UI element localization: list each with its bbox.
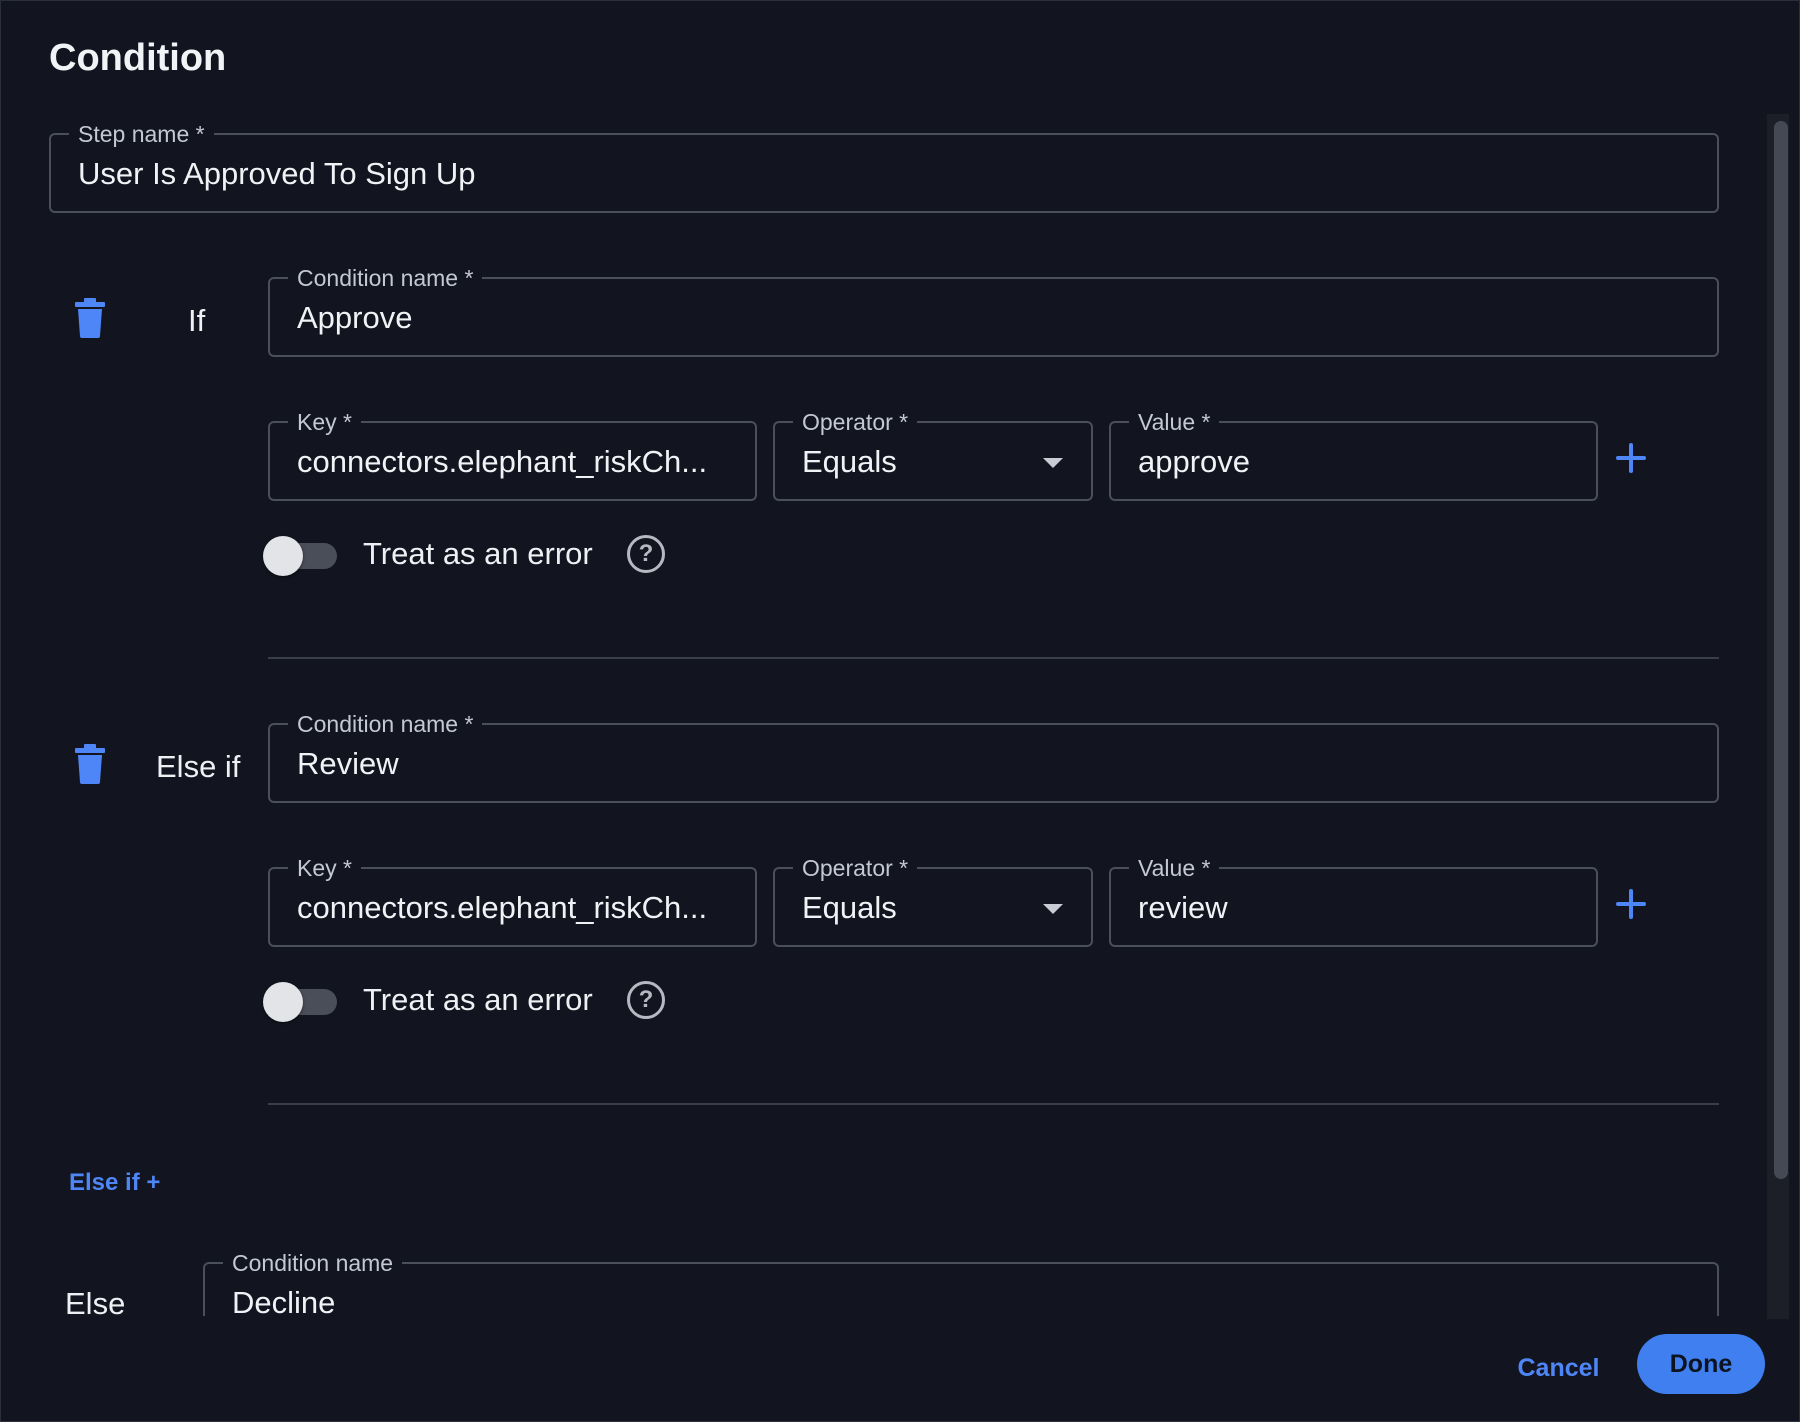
treat-as-error-toggle[interactable]	[263, 534, 339, 576]
key-value[interactable]: connectors.elephant_riskCh...	[297, 444, 735, 480]
scrollbar-thumb[interactable]	[1774, 121, 1788, 1179]
key-value[interactable]: connectors.elephant_riskCh...	[297, 890, 735, 926]
else-condition-name-field[interactable]: Condition name Decline	[203, 1249, 1719, 1316]
operator-value: Equals	[802, 444, 897, 479]
step-name-label: Step name *	[69, 120, 214, 148]
question-circle-icon[interactable]: ?	[627, 535, 665, 573]
add-rule-plus-icon[interactable]	[1614, 887, 1648, 921]
add-rule-plus-icon[interactable]	[1614, 441, 1648, 475]
question-circle-icon[interactable]: ?	[627, 981, 665, 1019]
condition-name-value[interactable]: Approve	[297, 300, 1657, 336]
condition-name-field[interactable]: Condition name * Approve	[268, 264, 1719, 357]
operator-label: Operator *	[793, 854, 918, 882]
treat-as-error-toggle[interactable]	[263, 980, 339, 1022]
value-label: Value *	[1129, 854, 1220, 882]
done-button[interactable]: Done	[1637, 1334, 1765, 1394]
caret-down-icon[interactable]	[1043, 904, 1063, 914]
key-field[interactable]: Key * connectors.elephant_riskCh...	[268, 408, 757, 501]
key-label: Key *	[288, 854, 361, 882]
trash-icon[interactable]	[75, 744, 105, 784]
condition-name-value[interactable]: Decline	[232, 1285, 1657, 1316]
branch-label-if: If	[188, 303, 206, 338]
condition-name-label: Condition name *	[288, 264, 483, 292]
branch-label-else-if: Else if	[156, 749, 241, 784]
branch-label-else: Else	[65, 1286, 126, 1316]
value-field[interactable]: Value * review	[1109, 854, 1598, 947]
value-label: Value *	[1129, 408, 1220, 436]
dialog-content: Step name * User Is Approved To Sign Up …	[1, 111, 1761, 1316]
divider	[268, 1103, 1719, 1105]
condition-name-label: Condition name	[223, 1249, 403, 1277]
value-field[interactable]: Value * approve	[1109, 408, 1598, 501]
operator-select[interactable]: Operator * Equals	[773, 408, 1093, 501]
treat-as-error-label: Treat as an error	[363, 536, 593, 571]
add-else-if-link[interactable]: Else if +	[69, 1169, 160, 1197]
dialog-title: Condition	[49, 37, 227, 79]
step-name-value[interactable]: User Is Approved To Sign Up	[78, 156, 1657, 192]
treat-as-error-label: Treat as an error	[363, 982, 593, 1017]
step-name-field[interactable]: Step name * User Is Approved To Sign Up	[49, 120, 1719, 213]
divider	[268, 657, 1719, 659]
condition-name-label: Condition name *	[288, 710, 483, 738]
condition-name-field[interactable]: Condition name * Review	[268, 710, 1719, 803]
cancel-button[interactable]: Cancel	[1501, 1344, 1616, 1392]
operator-select[interactable]: Operator * Equals	[773, 854, 1093, 947]
key-field[interactable]: Key * connectors.elephant_riskCh...	[268, 854, 757, 947]
caret-down-icon[interactable]	[1043, 458, 1063, 468]
condition-dialog: Condition Step name * User Is Approved T…	[0, 0, 1800, 1422]
operator-label: Operator *	[793, 408, 918, 436]
trash-icon[interactable]	[75, 298, 105, 338]
key-label: Key *	[288, 408, 361, 436]
value-value[interactable]: review	[1138, 890, 1536, 926]
value-value[interactable]: approve	[1138, 444, 1536, 480]
operator-value: Equals	[802, 890, 897, 925]
condition-name-value[interactable]: Review	[297, 746, 1657, 782]
